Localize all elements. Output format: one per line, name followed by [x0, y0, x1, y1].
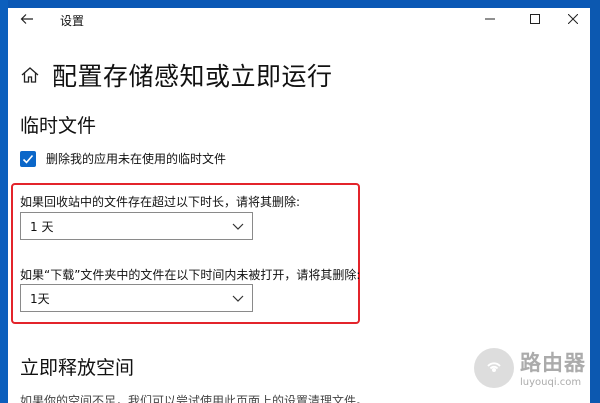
- recycle-bin-label: 如果回收站中的文件存在超过以下时长，请将其删除:: [20, 195, 301, 209]
- delete-temp-files-checkbox[interactable]: [20, 150, 36, 167]
- back-arrow-icon: [20, 14, 33, 24]
- maximize-icon: [530, 14, 540, 24]
- watermark-name: 路由器: [520, 351, 586, 375]
- checkbox-label: 删除我的应用未在使用的临时文件: [46, 152, 227, 166]
- watermark: 路由器 luyouqi.com: [474, 347, 586, 388]
- title-bar: 设置: [8, 8, 590, 30]
- downloads-label: 如果“下载”文件夹中的文件在以下时间内未被打开，请将其删除:: [20, 268, 361, 282]
- desktop-background-left: [0, 0, 8, 403]
- recycle-bin-duration-dropdown[interactable]: 1 天: [20, 212, 253, 240]
- free-space-heading: 立即释放空间: [20, 357, 135, 379]
- chevron-down-icon: [232, 223, 244, 230]
- recycle-bin-duration-value: 1 天: [30, 219, 54, 234]
- minimize-icon: [485, 18, 495, 20]
- checkmark-icon: [22, 154, 34, 164]
- temp-files-heading: 临时文件: [20, 115, 97, 137]
- desktop-background-top: [0, 0, 600, 8]
- back-button[interactable]: [18, 10, 36, 28]
- watermark-url: luyouqi.com: [520, 377, 582, 388]
- settings-window: 设置 配置存储感知或立即运行 临时文件 删除我的应用未在使用的临时文件 如果回收…: [8, 8, 590, 403]
- delete-temp-files-checkbox-row[interactable]: 删除我的应用未在使用的临时文件: [20, 150, 226, 167]
- desktop-background-right: [590, 0, 600, 403]
- window-title: 设置: [60, 14, 85, 28]
- page-title: 配置存储感知或立即运行: [52, 62, 333, 91]
- chevron-down-icon: [232, 295, 244, 302]
- maximize-button[interactable]: [527, 11, 543, 27]
- free-space-description: 如果你的空间不足，我们可以尝试使用此页面上的设置清理文件。: [20, 394, 369, 403]
- router-logo-icon: [474, 347, 514, 388]
- downloads-duration-dropdown[interactable]: 1天: [20, 284, 253, 312]
- close-button[interactable]: [565, 11, 581, 27]
- minimize-button[interactable]: [482, 11, 498, 27]
- downloads-duration-value: 1天: [30, 291, 50, 306]
- home-icon[interactable]: [20, 65, 40, 85]
- page-header: 配置存储感知或立即运行: [20, 57, 333, 93]
- close-icon: [568, 14, 578, 24]
